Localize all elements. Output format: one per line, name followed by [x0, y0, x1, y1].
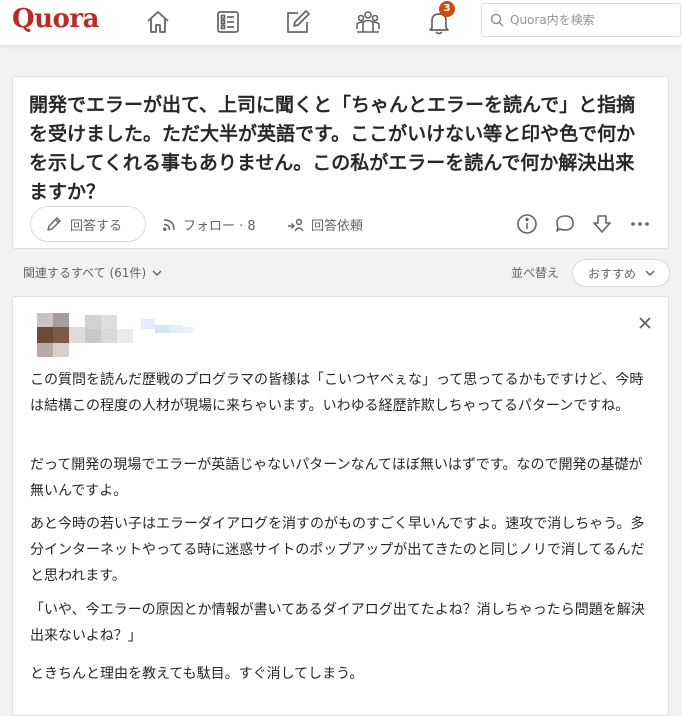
question-title[interactable]: 開発でエラーが出て、上司に聞くと「ちゃんとエラーを読んで」と指摘を受けました。た…	[29, 91, 649, 207]
top-nav: Quora 3 Quora内を検索	[0, 0, 682, 46]
related-label: 関連するすべて (61件)	[23, 266, 147, 280]
answer-paragraph: あと今時の若い子はエラーダイアログを消すのがものすごく早いんですよ。速攻で消しち…	[30, 516, 645, 584]
search-icon	[490, 13, 504, 27]
edit-icon	[47, 217, 61, 231]
chevron-down-icon	[152, 269, 162, 276]
question-card: 開発でエラーが出て、上司に聞くと「ちゃんとエラーを読んで」と指摘を受けました。た…	[12, 76, 669, 249]
request-label: 回答依頼	[311, 219, 364, 234]
more-options-icon[interactable]	[628, 212, 652, 236]
answer-button[interactable]: 回答する	[30, 206, 146, 242]
answer-paragraph: だって開発の現場でエラーが英語じゃないパターンなんてほぼ無いはずです。なので開発…	[30, 457, 643, 499]
answer-paragraph: 「いや、今エラーの原因とか情報が書いてあるダイアログ出てたよね？消しちゃったら問…	[30, 602, 645, 644]
answer-paragraph: この質問を読んだ歴戦のプログラマの皆様は「こいつヤベぇな」って思ってるかもですけ…	[30, 372, 644, 414]
request-icon	[288, 218, 304, 231]
follow-label: フォロー · 8	[183, 219, 256, 234]
downvote-icon[interactable]	[590, 212, 614, 236]
comment-icon[interactable]	[553, 212, 577, 236]
spaces-icon[interactable]	[353, 7, 383, 37]
sort-label: 並べ替え	[511, 266, 560, 280]
rss-follow-icon	[163, 218, 175, 231]
home-icon[interactable]	[143, 7, 173, 37]
follow-button[interactable]: フォロー · 8	[161, 215, 256, 234]
sort-dropdown[interactable]: おすすめ	[572, 259, 670, 287]
search-box[interactable]	[481, 3, 681, 37]
chevron-down-icon	[645, 270, 655, 277]
info-icon[interactable]	[515, 212, 539, 236]
blurred-author-info	[37, 313, 193, 357]
answer-card: この質問を読んだ歴戦のプログラマの皆様は「こいつヤベぇな」って思ってるかもですけ…	[12, 296, 669, 716]
following-icon[interactable]	[213, 7, 243, 37]
search-input[interactable]	[510, 10, 676, 30]
related-filter[interactable]: 関連するすべて (61件)	[23, 264, 163, 281]
answer-icon[interactable]	[283, 7, 313, 37]
answer-paragraph: ときちんと理由を教えても駄目。すぐ消してしまう。	[30, 666, 364, 682]
close-icon[interactable]	[636, 314, 654, 332]
sort-value: おすすめ	[588, 266, 637, 281]
answer-button-label: 回答する	[70, 218, 123, 234]
request-answer-button[interactable]: 回答依頼	[287, 215, 363, 234]
notification-badge: 3	[439, 1, 455, 17]
quora-logo[interactable]: Quora	[12, 4, 99, 34]
